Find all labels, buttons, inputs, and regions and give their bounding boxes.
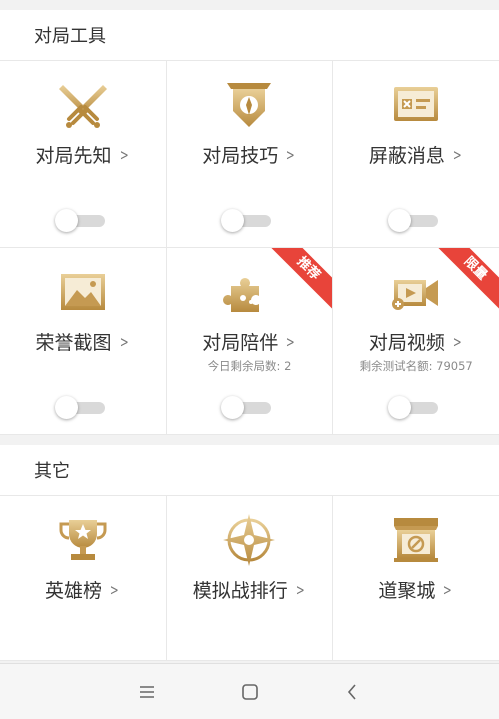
tool-label: 对局陪伴 bbox=[202, 332, 279, 354]
toggle-knob bbox=[388, 209, 412, 232]
image-icon bbox=[60, 274, 105, 310]
menu-icon[interactable] bbox=[137, 682, 157, 702]
tool-label: 屏蔽消息 bbox=[368, 145, 445, 167]
tool-label: 对局技巧 bbox=[202, 145, 279, 167]
tool-card-match-video[interactable]: 限量 对局视频 > 剩余测试名额: 79057 bbox=[333, 248, 499, 434]
toggle-knob bbox=[54, 396, 78, 419]
top-strip bbox=[0, 0, 499, 10]
compass-star-icon bbox=[223, 514, 276, 566]
chevron-right-icon: > bbox=[295, 580, 305, 599]
honor-screenshot-toggle[interactable] bbox=[54, 396, 107, 419]
tool-label: 荣誉截图 bbox=[35, 332, 112, 354]
chevron-right-icon: > bbox=[452, 332, 462, 351]
other-card-hero-ranking[interactable]: 英雄榜 > bbox=[0, 496, 166, 660]
tool-label: 对局视频 bbox=[368, 332, 445, 354]
shop-icon bbox=[394, 518, 439, 562]
trophy-icon bbox=[59, 520, 107, 560]
video-camera-icon bbox=[392, 280, 439, 310]
other-label: 模拟战排行 bbox=[192, 580, 288, 602]
tool-card-match-companion[interactable]: 推荐 对局陪伴 > 今日剩余局数: 2 bbox=[166, 248, 333, 434]
match-video-toggle[interactable] bbox=[388, 396, 440, 419]
toggle-knob bbox=[388, 396, 412, 419]
match-companion-toggle[interactable] bbox=[221, 396, 273, 419]
chevron-right-icon: > bbox=[119, 145, 129, 164]
chevron-right-icon: > bbox=[443, 580, 453, 599]
tool-label: 对局先知 bbox=[35, 145, 112, 167]
chevron-right-icon: > bbox=[452, 145, 462, 164]
section-title-label: 其它 bbox=[34, 461, 70, 482]
system-nav-bar bbox=[0, 663, 499, 719]
toggle-knob bbox=[221, 209, 245, 232]
other-grid: 英雄榜 > 模拟战排行 > 道聚城 > bbox=[0, 495, 499, 661]
banner-shield-icon bbox=[227, 83, 272, 127]
chevron-right-icon: > bbox=[286, 332, 295, 351]
match-tips-toggle[interactable] bbox=[221, 209, 273, 232]
other-card-daojucheng[interactable]: 道聚城 > bbox=[333, 496, 499, 660]
toggle-knob bbox=[54, 209, 78, 232]
other-label: 道聚城 bbox=[378, 580, 436, 602]
other-card-sim-battle-ranking[interactable]: 模拟战排行 > bbox=[166, 496, 333, 660]
match-prophet-toggle[interactable] bbox=[54, 209, 107, 232]
chevron-right-icon: > bbox=[286, 145, 295, 164]
section-gap bbox=[0, 435, 499, 445]
other-label: 英雄榜 bbox=[45, 580, 103, 602]
tool-subtext: 剩余测试名额: 79057 bbox=[359, 359, 473, 373]
toggle-knob bbox=[221, 396, 245, 419]
tool-card-match-prophet[interactable]: 对局先知 > bbox=[0, 61, 166, 247]
square-icon[interactable] bbox=[240, 682, 260, 702]
section-title-other: 其它 bbox=[0, 445, 499, 495]
tool-card-match-tips[interactable]: 对局技巧 > bbox=[166, 61, 333, 247]
message-block-icon bbox=[394, 87, 439, 121]
puzzle-icon bbox=[223, 278, 260, 312]
tool-card-honor-screenshot[interactable]: 荣誉截图 > bbox=[0, 248, 166, 434]
tool-subtext: 今日剩余局数: 2 bbox=[207, 359, 292, 373]
match-tools-grid: 对局先知 > 对局技巧 > 屏蔽消息 > 荣誉截图 > 推荐 对局陪伴 > 今日… bbox=[0, 60, 499, 435]
section-title-match-tools: 对局工具 bbox=[0, 10, 499, 60]
back-icon[interactable] bbox=[343, 682, 363, 702]
chevron-right-icon: > bbox=[119, 332, 129, 351]
crossed-swords-icon bbox=[58, 85, 107, 128]
chevron-right-icon: > bbox=[109, 580, 119, 599]
tool-card-block-messages[interactable]: 屏蔽消息 > bbox=[333, 61, 499, 247]
section-title-label: 对局工具 bbox=[34, 26, 106, 47]
block-messages-toggle[interactable] bbox=[388, 209, 440, 232]
